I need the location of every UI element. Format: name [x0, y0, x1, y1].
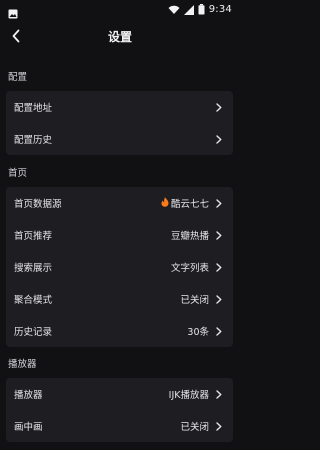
- settings-row-home-source[interactable]: 首页数据源 酷云七七: [6, 187, 233, 219]
- home-card: 首页数据源 酷云七七 首页推荐 豆瓣热播 搜索展示 文字列表 聚合模式 已关闭 …: [6, 187, 233, 347]
- row-label: 配置历史: [14, 135, 53, 146]
- chevron-right-icon: [215, 326, 223, 336]
- row-value: 已关闭: [180, 295, 209, 306]
- row-value: 酷云七七: [161, 196, 209, 210]
- row-label: 播放器: [14, 390, 43, 401]
- row-label: 首页数据源: [14, 199, 62, 210]
- wifi-icon: [168, 0, 180, 19]
- settings-row-search-display[interactable]: 搜索展示 文字列表: [6, 251, 233, 283]
- row-value: 已关闭: [180, 422, 209, 433]
- chevron-right-icon: [215, 134, 223, 144]
- chevron-right-icon: [215, 102, 223, 112]
- signal-icon: [183, 0, 194, 19]
- row-value: 30条: [187, 327, 209, 338]
- row-label: 画中画: [14, 422, 43, 433]
- chevron-right-icon: [215, 262, 223, 272]
- page-title: 设置: [107, 30, 132, 44]
- row-value: 文字列表: [170, 263, 209, 274]
- row-label: 配置地址: [14, 103, 53, 114]
- row-label: 历史记录: [14, 327, 53, 338]
- battery-icon: [198, 0, 205, 19]
- chevron-right-icon: [215, 389, 223, 399]
- app-bar: 设置: [0, 18, 240, 54]
- chevron-right-icon: [215, 230, 223, 240]
- settings-row-pip[interactable]: 画中画 已关闭: [6, 410, 233, 442]
- player-card: 播放器 IJK播放器 画中画 已关闭: [6, 378, 233, 442]
- chevron-right-icon: [215, 294, 223, 304]
- settings-row-config-history[interactable]: 配置历史: [6, 123, 233, 155]
- settings-row-player[interactable]: 播放器 IJK播放器: [6, 378, 233, 410]
- fire-icon: [161, 196, 169, 210]
- section-label-home: 首页: [8, 168, 28, 179]
- settings-row-home-recommend[interactable]: 首页推荐 豆瓣热播: [6, 219, 233, 251]
- row-label: 聚合模式: [14, 295, 53, 306]
- settings-row-config-url[interactable]: 配置地址: [6, 91, 233, 123]
- section-label-player: 播放器: [8, 359, 37, 370]
- status-bar: 9:34: [0, 0, 240, 19]
- row-value-text: 酷云七七: [170, 199, 209, 210]
- settings-row-history[interactable]: 历史记录 30条: [6, 315, 233, 347]
- config-card: 配置地址 配置历史: [6, 91, 233, 155]
- section-label-config: 配置: [8, 72, 28, 83]
- settings-row-aggregate-mode[interactable]: 聚合模式 已关闭: [6, 283, 233, 315]
- chevron-right-icon: [215, 421, 223, 431]
- row-label: 搜索展示: [14, 263, 53, 274]
- status-time: 9:34: [208, 3, 232, 15]
- row-label: 首页推荐: [14, 231, 53, 242]
- row-value: 豆瓣热播: [170, 231, 209, 242]
- row-value: IJK播放器: [168, 390, 209, 401]
- chevron-right-icon: [215, 198, 223, 208]
